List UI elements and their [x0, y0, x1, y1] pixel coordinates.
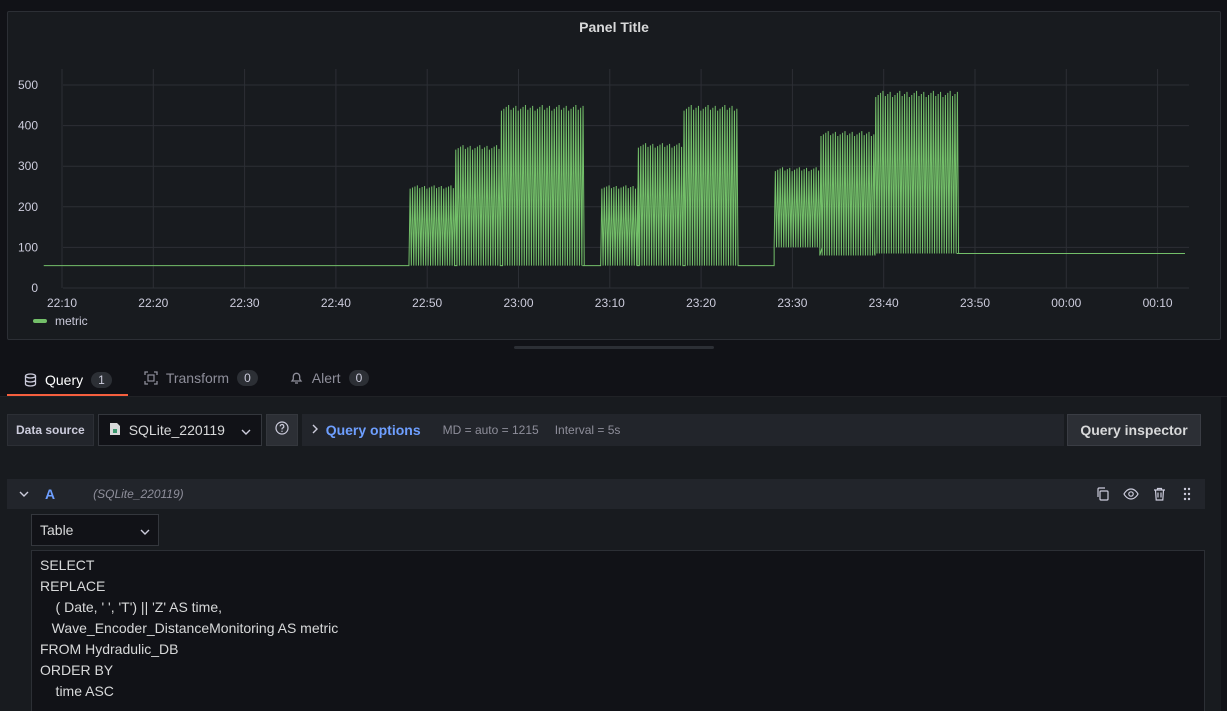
graph-panel: Panel Title 0 100 200 300 400 500 22:10 22:20 22… [7, 11, 1221, 340]
tab-alert[interactable]: Alert 0 [274, 362, 385, 394]
x-tick-label: 23:10 [595, 296, 625, 310]
chevron-down-icon [140, 522, 150, 538]
x-tick-label: 23:20 [686, 296, 716, 310]
y-tick-label: 500 [18, 78, 38, 92]
tab-query-count: 1 [91, 371, 112, 388]
tab-alert-label: Alert [311, 370, 341, 386]
query-datasource-name: (SQLite_220119) [93, 487, 184, 501]
y-tick-label: 0 [31, 281, 38, 295]
x-tick-label: 23:40 [869, 296, 899, 310]
query-actions [1095, 479, 1195, 509]
series-line-metric [43, 90, 1185, 267]
x-tick-label: 23:30 [777, 296, 807, 310]
y-tick-label: 100 [18, 240, 38, 254]
y-tick-label: 200 [18, 200, 38, 214]
query-options-title: Query options [325, 422, 421, 438]
panel-resize-handle[interactable] [514, 346, 714, 349]
tab-transform[interactable]: Transform 0 [128, 362, 274, 394]
x-tick-label: 22:40 [321, 296, 351, 310]
legend-label[interactable]: metric [55, 314, 88, 328]
datasource-label: Data source [7, 414, 94, 446]
x-tick-label: 00:00 [1051, 296, 1081, 310]
interval-value: Interval = 5s [554, 423, 621, 437]
collapse-chevron-icon[interactable] [17, 491, 31, 497]
format-selected: Table [40, 522, 74, 538]
chevron-right-icon [312, 423, 318, 437]
sql-editor[interactable]: SELECT REPLACE ( Date, ' ', 'T') || 'Z' … [31, 550, 1205, 711]
query-inspector-button[interactable]: Query inspector [1067, 414, 1201, 446]
query-options-toggle[interactable]: Query options MD = auto = 1215 Interval … [301, 414, 1064, 446]
x-tick-label: 22:10 [47, 296, 77, 310]
datasource-selected: SQLite_220119 [128, 422, 225, 438]
database-icon [23, 372, 37, 387]
datasource-row: Data source SQLite_220119 Query options … [7, 414, 1064, 446]
datasource-picker[interactable]: SQLite_220119 [97, 414, 262, 446]
x-tick-label: 22:50 [412, 296, 442, 310]
x-tick-label: 22:30 [230, 296, 260, 310]
tab-query-label: Query [45, 371, 84, 388]
transform-icon [144, 371, 158, 385]
bell-icon [290, 371, 304, 385]
x-tick-label: 23:50 [960, 296, 990, 310]
x-tick-label: 23:00 [503, 296, 533, 310]
trash-icon[interactable] [1151, 486, 1167, 502]
question-circle-icon [275, 420, 289, 440]
x-tick-label: 22:20 [138, 296, 168, 310]
format-select[interactable]: Table [31, 514, 159, 546]
legend-swatch [33, 319, 47, 323]
drag-handle-icon[interactable] [1179, 486, 1195, 502]
query-ref-id[interactable]: A [45, 486, 55, 502]
duplicate-icon[interactable] [1095, 486, 1111, 502]
editor-tabs: Query 1 Transform 0 Alert 0 [7, 362, 385, 397]
tab-query[interactable]: Query 1 [7, 362, 128, 397]
help-button[interactable] [265, 414, 298, 446]
y-tick-label: 400 [18, 119, 38, 133]
eye-icon[interactable] [1123, 486, 1139, 502]
x-tick-label: 00:10 [1143, 296, 1173, 310]
tab-transform-count: 0 [237, 370, 258, 386]
tab-alert-count: 0 [348, 370, 370, 386]
sqlite-icon [109, 422, 121, 439]
legend[interactable]: metric [33, 314, 88, 328]
max-data-points: MD = auto = 1215 [442, 423, 539, 437]
time-series-chart: 0 100 200 300 400 500 22:10 22:20 22:30 22:40 22:5… [18, 69, 1189, 310]
y-tick-label: 300 [18, 159, 38, 173]
query-row-header: A (SQLite_220119) [7, 479, 1205, 509]
tab-transform-label: Transform [165, 370, 230, 386]
chevron-down-icon [241, 422, 251, 438]
